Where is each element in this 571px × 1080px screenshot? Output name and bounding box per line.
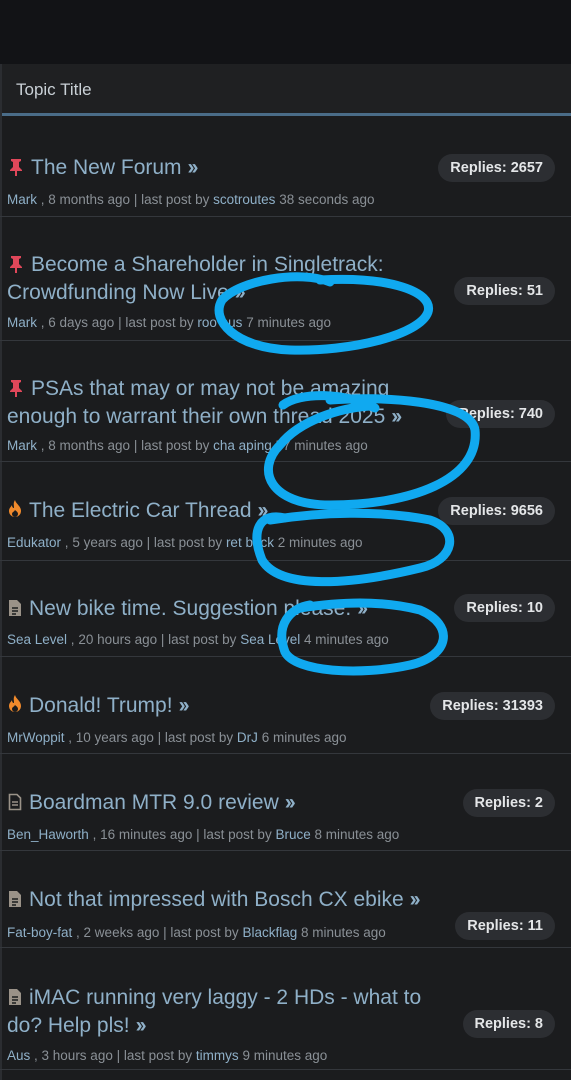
author-link[interactable]: Aus bbox=[7, 1048, 30, 1063]
document-outline-icon bbox=[7, 792, 23, 818]
topic-meta: Mark , 6 days ago | last post by roo bus… bbox=[7, 315, 332, 330]
replies-badge: Replies: 11 bbox=[455, 912, 555, 940]
topic-row[interactable]: The New Forum ›› Replies: 2657 Mark , 8 m… bbox=[0, 118, 571, 217]
replies-badge: Replies: 10 bbox=[454, 594, 555, 622]
replies-badge: Replies: 2657 bbox=[438, 154, 555, 182]
topic-title-link[interactable]: Donald! Trump! bbox=[29, 694, 173, 717]
fire-icon bbox=[7, 694, 23, 721]
last-poster-link[interactable]: cha aping bbox=[213, 438, 272, 453]
chevron-right-icon: ›› bbox=[257, 499, 269, 522]
author-link[interactable]: MrWoppit bbox=[7, 730, 65, 745]
chevron-right-icon: ›› bbox=[178, 694, 190, 717]
author-link[interactable]: Ben_Haworth bbox=[7, 827, 89, 842]
chevron-right-icon: ›› bbox=[284, 791, 296, 814]
author-link[interactable]: Mark bbox=[7, 192, 37, 207]
topic-meta: Aus , 3 hours ago | last post by timmys … bbox=[7, 1048, 328, 1063]
header-title: Topic Title bbox=[16, 80, 92, 99]
replies-badge: Replies: 740 bbox=[446, 400, 555, 428]
last-poster-link[interactable]: Sea Level bbox=[240, 632, 300, 647]
topic-meta: Fat-boy-fat , 2 weeks ago | last post by… bbox=[7, 925, 386, 940]
topic-row[interactable]: iMAC running very laggy - 2 HDs - what t… bbox=[0, 949, 571, 1070]
topic-meta: Mark , 8 months ago | last post by scotr… bbox=[7, 192, 375, 207]
chevron-right-icon: ›› bbox=[391, 405, 402, 428]
chevron-right-icon: ›› bbox=[135, 1014, 147, 1037]
topic-title-link[interactable]: New bike time. Suggestion please. bbox=[29, 597, 351, 620]
top-bar bbox=[0, 0, 571, 64]
last-poster-link[interactable]: Blackflag bbox=[242, 925, 297, 940]
last-poster-link[interactable]: scotroutes bbox=[213, 192, 275, 207]
topic-row[interactable]: Not that impressed with Bosch CX ebike ››… bbox=[0, 852, 571, 948]
replies-badge: Replies: 31393 bbox=[430, 692, 555, 720]
topic-title-link[interactable]: Not that impressed with Bosch CX ebike bbox=[29, 888, 404, 911]
topic-title-link[interactable]: The Electric Car Thread bbox=[29, 499, 252, 522]
document-icon bbox=[7, 987, 23, 1013]
document-icon bbox=[7, 889, 23, 915]
topic-row[interactable]: The Electric Car Thread ›› Replies: 9656 … bbox=[0, 463, 571, 561]
chevron-right-icon: ›› bbox=[187, 156, 199, 179]
pin-icon bbox=[7, 254, 25, 280]
document-icon bbox=[7, 598, 23, 624]
pin-icon bbox=[7, 157, 25, 183]
topic-meta: Ben_Haworth , 16 minutes ago | last post… bbox=[7, 827, 400, 842]
last-poster-link[interactable]: timmys bbox=[196, 1048, 239, 1063]
topic-row[interactable]: PSAs that may or may not be amazing enou… bbox=[0, 342, 571, 462]
topic-row[interactable]: Become a Shareholder in Singletrack: Cro… bbox=[0, 218, 571, 341]
topic-row[interactable]: Donald! Trump! ›› Replies: 31393 MrWoppit… bbox=[0, 658, 571, 754]
topic-title-link[interactable]: The New Forum bbox=[31, 156, 182, 179]
topic-title-link[interactable]: Boardman MTR 9.0 review bbox=[29, 791, 279, 814]
replies-badge: Replies: 9656 bbox=[438, 497, 555, 525]
last-poster-link[interactable]: DrJ bbox=[237, 730, 258, 745]
topic-row[interactable]: Boardman MTR 9.0 review ›› Replies: 2 Ben… bbox=[0, 755, 571, 851]
topic-meta: MrWoppit , 10 years ago | last post by D… bbox=[7, 730, 347, 745]
topic-meta: Mark , 8 months ago | last post by cha a… bbox=[7, 438, 368, 453]
replies-badge: Replies: 51 bbox=[454, 277, 555, 305]
chevron-right-icon: ›› bbox=[357, 597, 368, 620]
topic-row[interactable]: New bike time. Suggestion please. ›› Repl… bbox=[0, 562, 571, 657]
last-poster-link[interactable]: ret brick bbox=[226, 535, 274, 550]
last-poster-link[interactable]: roo bus bbox=[197, 315, 242, 330]
topic-title-link[interactable]: Become a Shareholder in Singletrack: Cro… bbox=[7, 253, 384, 304]
author-link[interactable]: Mark bbox=[7, 438, 37, 453]
topic-title-link[interactable]: PSAs that may or may not be amazing enou… bbox=[7, 377, 389, 428]
replies-badge: Replies: 2 bbox=[462, 789, 555, 817]
last-poster-link[interactable]: Bruce bbox=[275, 827, 310, 842]
replies-badge: Replies: 8 bbox=[462, 1010, 555, 1038]
fire-icon bbox=[7, 499, 23, 526]
topic-meta: Sea Level , 20 hours ago | last post by … bbox=[7, 632, 389, 647]
chevron-right-icon: ›› bbox=[234, 281, 246, 304]
topic-list-header: Topic Title bbox=[0, 64, 571, 116]
author-link[interactable]: Sea Level bbox=[7, 632, 67, 647]
topic-title-link[interactable]: iMAC running very laggy - 2 HDs - what t… bbox=[7, 986, 421, 1037]
author-link[interactable]: Mark bbox=[7, 315, 37, 330]
topic-meta: Edukator , 5 years ago | last post by re… bbox=[7, 535, 363, 550]
pin-icon bbox=[7, 378, 25, 404]
chevron-right-icon: ›› bbox=[409, 888, 421, 911]
author-link[interactable]: Edukator bbox=[7, 535, 61, 550]
author-link[interactable]: Fat-boy-fat bbox=[7, 925, 72, 940]
